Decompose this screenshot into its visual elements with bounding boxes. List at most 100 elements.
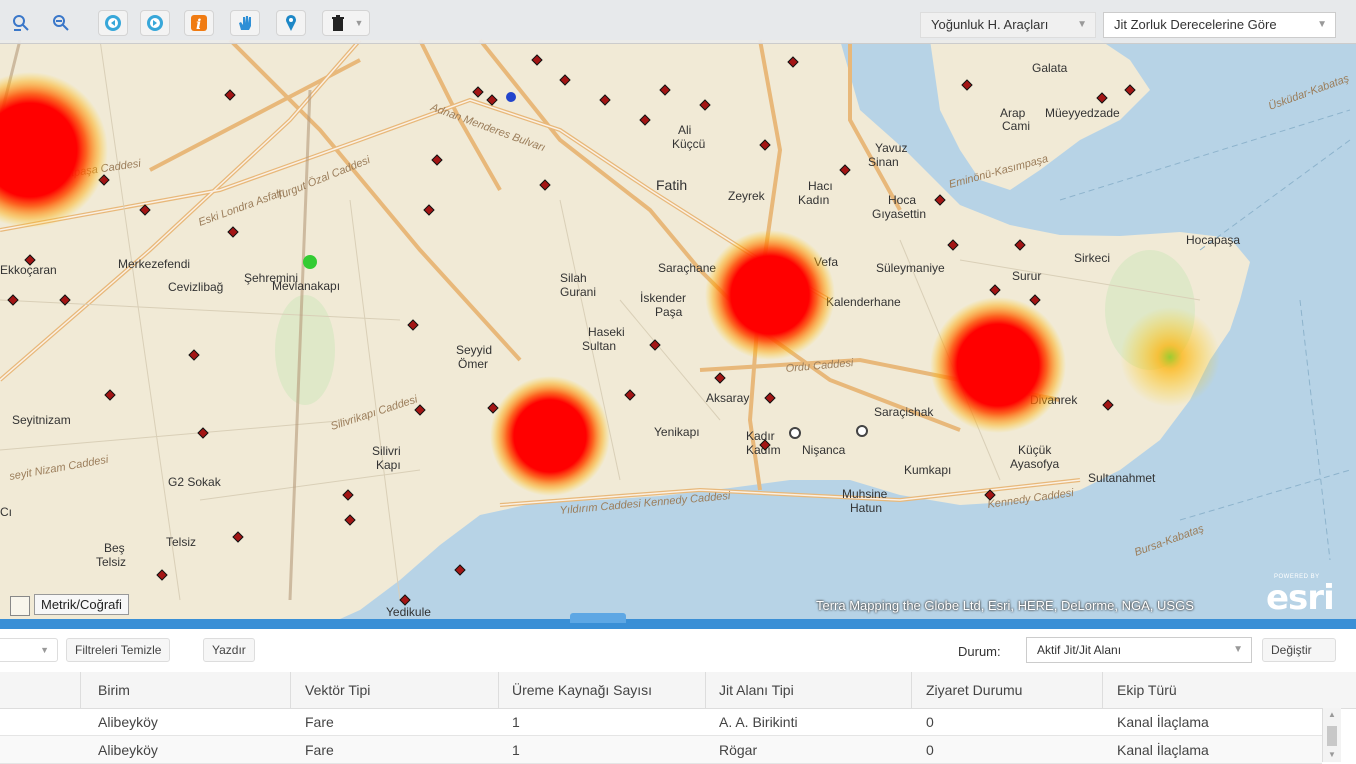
cell-visit-status: 0 (926, 714, 934, 730)
filter-dropdown[interactable]: ▼ (0, 638, 58, 662)
svg-text:Saraçhane: Saraçhane (658, 261, 716, 275)
trash-icon (331, 15, 344, 31)
map-attribution: Terra Mapping the Globe Ltd, Esri, HERE,… (816, 598, 1194, 613)
svg-text:Hacı: Hacı (808, 179, 833, 193)
svg-text:Zeyrek: Zeyrek (728, 189, 766, 203)
chevron-down-icon: ▼ (1233, 644, 1243, 655)
svg-text:Arap: Arap (1000, 106, 1026, 120)
cell-vector-type: Fare (305, 714, 334, 730)
cell-site-type: Rögar (719, 742, 758, 758)
panel-splitter[interactable] (0, 613, 1356, 629)
svg-text:Kumkapı: Kumkapı (904, 463, 951, 477)
svg-text:Galata: Galata (1032, 61, 1068, 75)
svg-text:Haseki: Haseki (588, 325, 625, 339)
chevron-down-icon: ▼ (40, 645, 49, 655)
svg-text:Sultanahmet: Sultanahmet (1088, 471, 1156, 485)
back-icon[interactable] (98, 10, 128, 36)
map-toolbar: i ▼ Yoğunluk H. Araçları ▼ Jit Zorluk De… (0, 0, 1356, 44)
svg-text:Ali: Ali (678, 123, 691, 137)
svg-text:Cevizlibağ: Cevizlibağ (168, 280, 223, 294)
svg-text:Küçük: Küçük (1018, 443, 1052, 457)
svg-text:Sinan: Sinan (868, 155, 899, 169)
svg-text:Kalenderhane: Kalenderhane (826, 295, 901, 309)
data-table: Birim Vektör Tipi Üreme Kaynağı Sayısı J… (0, 672, 1356, 764)
status-select[interactable]: Aktif Jit/Jit Alanı ▼ (1026, 637, 1252, 663)
svg-text:i: i (196, 17, 201, 32)
status-select-value: Aktif Jit/Jit Alanı (1037, 643, 1122, 657)
criteria-select[interactable]: Jit Zorluk Derecelerine Göre ▼ (1103, 12, 1336, 38)
criteria-select-value: Jit Zorluk Derecelerine Göre (1114, 17, 1277, 32)
svg-text:Yedikule: Yedikule (386, 605, 431, 619)
zoom-extent-icon[interactable] (6, 10, 36, 36)
scroll-down-icon[interactable]: ▼ (1328, 750, 1336, 759)
svg-text:Paşa: Paşa (655, 305, 683, 319)
svg-text:Ekkoçaran: Ekkoçaran (0, 263, 57, 277)
filter-bar: ▼ Filtreleri Temizle Yazdır Durum: Aktif… (0, 629, 1356, 673)
svg-text:Merkezefendi: Merkezefendi (118, 257, 190, 271)
svg-text:Mevlanakapı: Mevlanakapı (272, 279, 340, 293)
cell-team-type: Kanal İlaçlama (1117, 714, 1209, 730)
svg-text:Gıyasettin: Gıyasettin (872, 207, 926, 221)
splitter-handle[interactable] (570, 613, 626, 623)
svg-text:Sultan: Sultan (582, 339, 616, 353)
density-tools-dropdown[interactable]: Yoğunluk H. Araçları ▼ (920, 12, 1096, 38)
metric-geographic-button[interactable]: Metrik/Coğrafi (34, 594, 129, 615)
info-icon[interactable]: i (184, 10, 214, 36)
svg-text:Cı: Cı (0, 505, 12, 519)
column-header-breeding-source-count[interactable]: Üreme Kaynağı Sayısı (512, 682, 652, 698)
svg-text:İskender: İskender (640, 291, 686, 305)
map-view[interactable]: Galata Müeyyedzade Arap Cami Yavuz Sinan H… (0, 0, 1356, 628)
cell-birim: Alibeyköy (98, 714, 158, 730)
column-header-vector-type[interactable]: Vektör Tipi (305, 682, 370, 698)
zoom-out-icon[interactable] (46, 10, 76, 36)
svg-text:Kadın: Kadın (798, 193, 829, 207)
change-button[interactable]: Değiştir (1262, 638, 1336, 662)
svg-text:G2 Sokak: G2 Sokak (168, 475, 222, 489)
cell-visit-status: 0 (926, 742, 934, 758)
density-tools-label: Yoğunluk H. Araçları (931, 17, 1049, 32)
cell-birim: Alibeyköy (98, 742, 158, 758)
svg-text:Hocapaşa: Hocapaşa (1186, 233, 1240, 247)
chevron-down-icon: ▼ (1317, 19, 1327, 30)
svg-text:Seyitnizam: Seyitnizam (12, 413, 71, 427)
column-header-birim[interactable]: Birim (98, 682, 130, 698)
chevron-down-icon: ▼ (1077, 19, 1087, 30)
status-label: Durum: (958, 644, 1001, 659)
column-header-site-type[interactable]: Jit Alanı Tipi (719, 682, 794, 698)
svg-text:Küçcü: Küçcü (672, 137, 705, 151)
svg-text:Silah: Silah (560, 271, 587, 285)
svg-text:Telsiz: Telsiz (96, 555, 126, 569)
scroll-thumb[interactable] (1327, 726, 1337, 746)
table-scrollbar[interactable]: ▲ ▼ (1322, 708, 1341, 762)
svg-text:Beş: Beş (104, 541, 125, 555)
cell-team-type: Kanal İlaçlama (1117, 742, 1209, 758)
basemap[interactable]: Galata Müeyyedzade ArapCami YavuzSinan H… (0, 0, 1356, 628)
svg-text:Fatih: Fatih (656, 177, 687, 193)
svg-text:Nişanca: Nişanca (802, 443, 846, 457)
svg-text:Seyyid: Seyyid (456, 343, 492, 357)
column-header-visit-status[interactable]: Ziyaret Durumu (926, 682, 1022, 698)
svg-text:Gurani: Gurani (560, 285, 596, 299)
column-header-team-type[interactable]: Ekip Türü (1117, 682, 1177, 698)
svg-text:Süleymaniye: Süleymaniye (876, 261, 945, 275)
overview-toggle[interactable] (10, 596, 30, 616)
clear-filters-button[interactable]: Filtreleri Temizle (66, 638, 171, 662)
table-row[interactable]: Alibeyköy Fare 1 Rögar 0 Kanal İlaçlama (0, 736, 1322, 764)
svg-text:Silivri: Silivri (372, 444, 401, 458)
pin-icon[interactable] (276, 10, 306, 36)
table-header: Birim Vektör Tipi Üreme Kaynağı Sayısı J… (0, 672, 1356, 709)
pan-hand-icon[interactable] (230, 10, 260, 36)
table-row[interactable]: Alibeyköy Fare 1 A. A. Birikinti 0 Kanal… (0, 708, 1322, 736)
svg-text:Müeyyedzade: Müeyyedzade (1045, 106, 1120, 120)
trash-dropdown[interactable]: ▼ (322, 10, 370, 36)
forward-icon[interactable] (140, 10, 170, 36)
cell-site-type: A. A. Birikinti (719, 714, 798, 730)
svg-text:Muhsine: Muhsine (842, 487, 888, 501)
svg-text:Sirkeci: Sirkeci (1074, 251, 1110, 265)
svg-text:Aksaray: Aksaray (706, 391, 749, 405)
scroll-up-icon[interactable]: ▲ (1328, 710, 1336, 719)
print-button[interactable]: Yazdır (203, 638, 255, 662)
svg-text:Yenikapı: Yenikapı (654, 425, 700, 439)
cell-source-count: 1 (512, 742, 520, 758)
svg-text:Saraçishak: Saraçishak (874, 405, 934, 419)
